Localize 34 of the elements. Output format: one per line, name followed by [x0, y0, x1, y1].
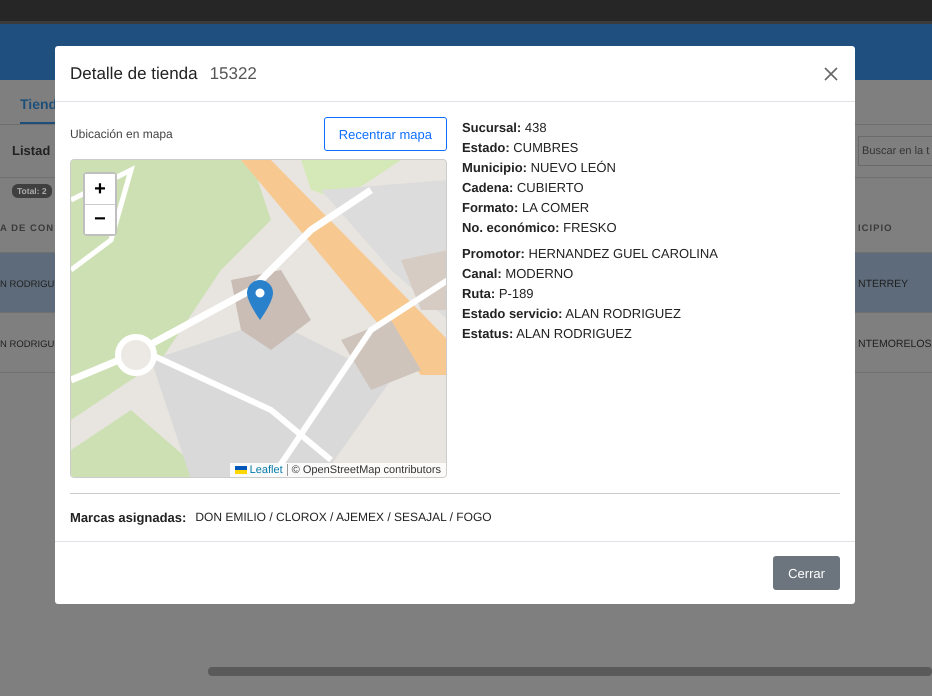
- detail-line: Estatus: ALAN RODRIGUEZ: [462, 325, 633, 343]
- table-cell: N RODRIGU: [0, 278, 54, 290]
- section-title: Listad: [12, 143, 50, 158]
- detail-line: Estado servicio: ALAN RODRIGUEZ: [462, 305, 682, 323]
- dialog-title: Detalle de tienda: [70, 64, 198, 84]
- leaflet-link[interactable]: Leaflet: [234, 464, 283, 476]
- map-label: Ubicación en mapa: [70, 127, 173, 141]
- total-badge: Total: 2: [12, 184, 52, 198]
- column-header: A DE CON: [0, 223, 54, 234]
- map-attribution: © OpenStreetMap contributors: [286, 464, 441, 476]
- search-field[interactable]: Buscar en la t: [858, 136, 932, 166]
- detail-line: Estado: CUMBRES: [462, 139, 580, 157]
- detail-line: Promotor: HERNANDEZ GUEL CAROLINA: [462, 245, 718, 263]
- close-icon[interactable]: [822, 64, 840, 82]
- flag-icon: [234, 466, 247, 474]
- store-id: 15322: [210, 64, 257, 84]
- table-cell: NTEMORELOS: [858, 338, 932, 350]
- recenter-button[interactable]: Recentrar mapa: [324, 117, 447, 151]
- table-cell: N RODRIGU: [0, 338, 54, 350]
- detail-line: No. económico: FRESKO: [462, 219, 618, 237]
- detail-line: Ruta: P-189: [462, 285, 535, 303]
- map-pin-icon[interactable]: [247, 280, 273, 320]
- detail-line: Sucursal: 438: [462, 119, 548, 137]
- brands-list: DON EMILIO / CLOROX / AJEMEX / SESAJAL / FOGO: [195, 510, 492, 524]
- detail-line: Formato: LA COMER: [462, 199, 590, 217]
- detail-line: Municipio: NUEVO LEÓN: [462, 159, 617, 177]
- detail-line: Cadena: CUBIERTO: [462, 179, 585, 197]
- detail-line: Canal: MODERNO: [462, 265, 574, 283]
- column-header: ICIPIO: [858, 223, 893, 234]
- scrollbar[interactable]: [208, 667, 932, 676]
- table-cell: NTERREY: [858, 278, 908, 290]
- close-button[interactable]: Cerrar: [773, 556, 840, 590]
- zoom-out-button[interactable]: −: [85, 204, 115, 234]
- brands-label: Marcas asignadas:: [70, 510, 186, 524]
